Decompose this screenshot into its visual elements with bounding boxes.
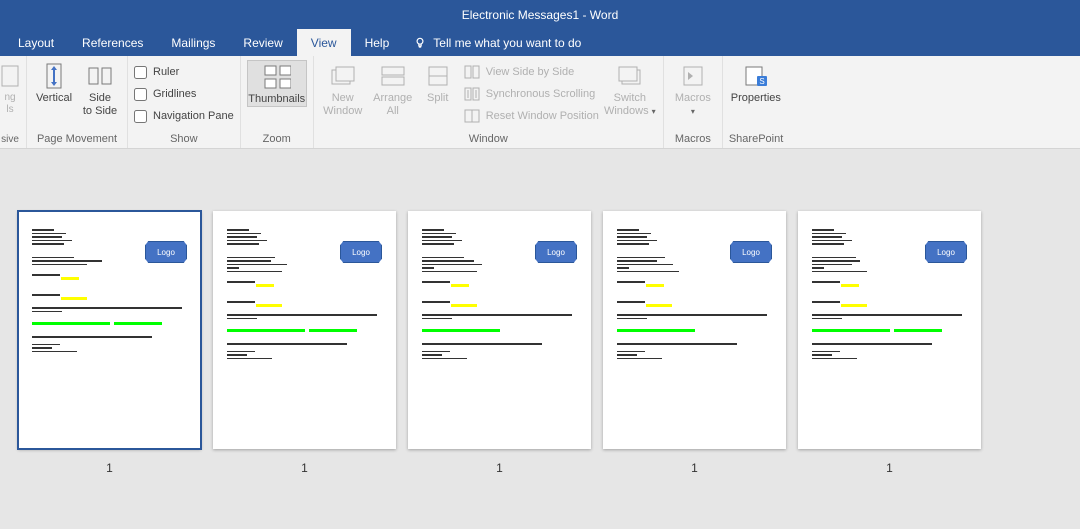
thumbnail-page-number: 1 (106, 461, 113, 475)
new-window-button[interactable]: New Window (320, 60, 366, 118)
logo-badge: Logo (925, 241, 967, 263)
arrange-all-button[interactable]: Arrange All (370, 60, 416, 118)
title-bar: Electronic Messages1 - Word (0, 0, 1080, 29)
ruler-checkbox[interactable]: Ruler (134, 62, 234, 82)
thumbnail-wrapper: Logo 1 (603, 211, 786, 529)
thumbnail-page-number: 1 (886, 461, 893, 475)
vertical-button[interactable]: Vertical (33, 60, 75, 105)
tab-review[interactable]: Review (229, 29, 296, 56)
gridlines-checkbox[interactable]: Gridlines (134, 84, 234, 104)
ribbon: ngls sive Vertical Side to Side Page Mov… (0, 56, 1080, 149)
reset-position-icon (464, 109, 480, 123)
switch-windows-button[interactable]: Switch Windows ▾ (603, 60, 657, 118)
thumbnails-button[interactable]: Thumbnails (247, 60, 307, 107)
thumbnail-page-number: 1 (496, 461, 503, 475)
page-thumbnail[interactable]: Logo (18, 211, 201, 449)
tab-mailings[interactable]: Mailings (157, 29, 229, 56)
thumbnail-page-number: 1 (301, 461, 308, 475)
sharepoint-icon: S (743, 64, 769, 88)
thumbnails-icon (263, 64, 291, 90)
logo-badge: Logo (340, 241, 382, 263)
group-show: Ruler Gridlines Navigation Pane Show (128, 56, 241, 148)
navigation-pane-checkbox[interactable]: Navigation Pane (134, 106, 234, 126)
sync-scroll-icon (464, 87, 480, 101)
new-window-icon (330, 65, 356, 87)
thumbnail-workspace: Logo 1 Logo (0, 149, 1080, 529)
group-page-movement: Vertical Side to Side Page Movement (27, 56, 128, 148)
reading-view-button-partial[interactable]: ngls (0, 60, 20, 116)
reset-window-position-button[interactable]: Reset Window Position (464, 106, 599, 126)
page-thumbnail[interactable]: Logo (603, 211, 786, 449)
thumbnail-wrapper: Logo 1 (213, 211, 396, 529)
split-icon (427, 65, 449, 87)
logo-badge: Logo (145, 241, 187, 263)
ribbon-tabs: Layout References Mailings Review View H… (0, 29, 1080, 56)
side-by-side-icon (464, 65, 480, 79)
svg-text:S: S (759, 77, 764, 86)
side-to-side-icon (86, 65, 114, 87)
logo-badge: Logo (730, 241, 772, 263)
page-icon (0, 64, 20, 88)
thumbnail-wrapper: Logo 1 (408, 211, 591, 529)
tab-view[interactable]: View (297, 29, 351, 56)
vertical-page-icon (44, 62, 64, 90)
arrange-all-icon (380, 65, 406, 87)
thumbnail-wrapper: Logo 1 (18, 211, 201, 529)
tell-me-search[interactable]: Tell me what you want to do (403, 29, 595, 56)
tab-help[interactable]: Help (351, 29, 404, 56)
tab-layout[interactable]: Layout (4, 29, 68, 56)
view-side-by-side-button[interactable]: View Side by Side (464, 62, 599, 82)
macros-button[interactable]: Macros▾ (670, 60, 716, 118)
switch-windows-icon (617, 65, 643, 87)
macros-icon (681, 64, 705, 88)
group-window: New Window Arrange All Split View Side b… (314, 56, 664, 148)
chevron-down-icon: ▾ (652, 107, 656, 116)
group-sharepoint: S Properties SharePoint (723, 56, 789, 148)
chevron-down-icon: ▾ (691, 107, 695, 116)
page-thumbnail[interactable]: Logo (213, 211, 396, 449)
split-button[interactable]: Split (420, 60, 456, 105)
bulb-icon (413, 36, 427, 50)
group-zoom: Thumbnails Zoom (241, 56, 314, 148)
page-thumbnail[interactable]: Logo (798, 211, 981, 449)
group-macros: Macros▾ Macros (664, 56, 723, 148)
app-title: Electronic Messages1 - Word (462, 8, 619, 22)
thumbnail-page-number: 1 (691, 461, 698, 475)
properties-button[interactable]: S Properties (729, 60, 783, 105)
page-thumbnail[interactable]: Logo (408, 211, 591, 449)
thumbnail-wrapper: Logo 1 (798, 211, 981, 529)
side-to-side-button[interactable]: Side to Side (79, 60, 121, 118)
logo-badge: Logo (535, 241, 577, 263)
synchronous-scrolling-button[interactable]: Synchronous Scrolling (464, 84, 599, 104)
tab-references[interactable]: References (68, 29, 157, 56)
